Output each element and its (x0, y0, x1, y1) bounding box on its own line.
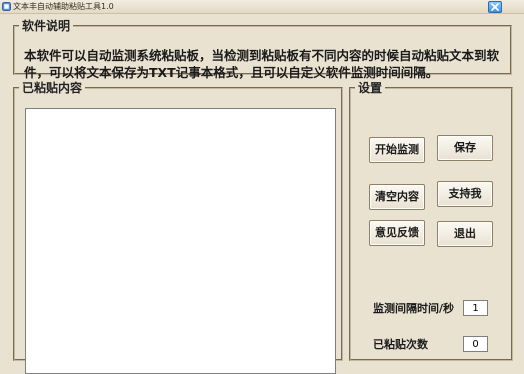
pasted-content-textarea[interactable] (25, 108, 336, 374)
support-me-button[interactable]: 支持我 (437, 181, 493, 207)
clear-content-button[interactable]: 清空内容 (369, 184, 425, 210)
interval-label: 监测间隔时间/秒 (373, 302, 455, 315)
settings-group: 设置 开始监测 保存 清空内容 支持我 意见反馈 退出 监测间隔时间/秒 已粘贴… (349, 81, 513, 361)
pasted-content-group: 已粘贴内容 (13, 81, 343, 374)
close-button[interactable] (488, 1, 502, 13)
settings-legend: 设置 (358, 81, 383, 95)
title-bar: 文本丰自动辅助粘贴工具1.0 (0, 0, 524, 14)
app-icon (2, 2, 11, 11)
exit-button[interactable]: 退出 (437, 221, 493, 247)
description-legend: 软件说明 (22, 19, 71, 33)
save-button[interactable]: 保存 (437, 135, 493, 161)
pasted-content-legend: 已粘贴内容 (22, 81, 83, 95)
feedback-button[interactable]: 意见反馈 (369, 220, 425, 246)
close-icon (491, 3, 499, 11)
start-monitoring-button[interactable]: 开始监测 (369, 137, 425, 163)
description-group: 软件说明 本软件可以自动监测系统粘贴板，当检测到粘贴板有不同内容的时候自动粘贴文… (13, 19, 512, 80)
description-text: 本软件可以自动监测系统粘贴板，当检测到粘贴板有不同内容的时候自动粘贴文本到软件，… (24, 48, 500, 80)
window-title: 文本丰自动辅助粘贴工具1.0 (13, 2, 114, 11)
paste-count-label: 已粘贴次数 (373, 338, 428, 351)
paste-count-field (463, 336, 488, 352)
interval-input[interactable] (463, 300, 488, 316)
